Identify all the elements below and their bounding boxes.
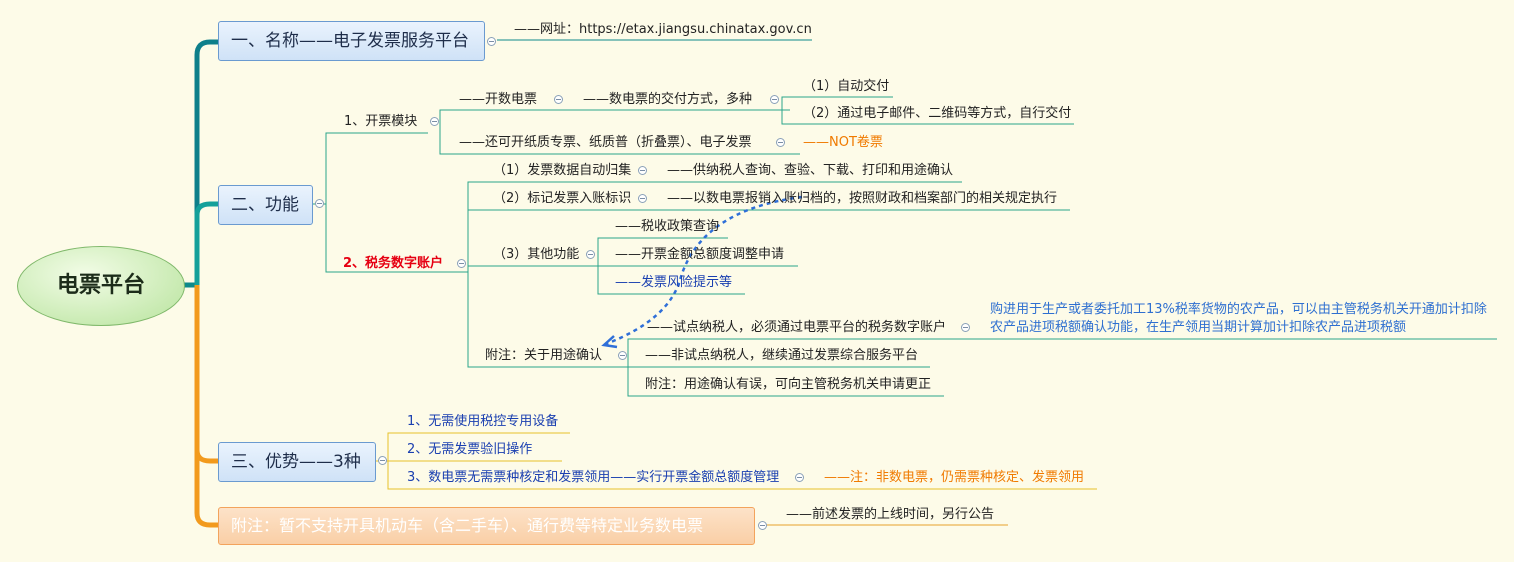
tax-digital-account[interactable]: 2、税务数字账户 [343, 256, 443, 272]
collapse-icon[interactable] [618, 351, 627, 360]
usage-correction[interactable]: 附注：用途确认有误，可向主管税务机关申请更正 [645, 377, 931, 393]
other-risk-alert[interactable]: ——发票风险提示等 [615, 275, 732, 291]
branch-advantages[interactable]: 三、优势——3种 [218, 442, 376, 482]
collapse-icon[interactable] [758, 521, 767, 530]
pilot-taxpayer[interactable]: ——试点纳税人，必须通过电票平台的税务数字账户 [647, 320, 946, 336]
not-roll-note[interactable]: ——NOT卷票 [803, 135, 883, 151]
issue-digital-invoice[interactable]: ——开数电票 [459, 92, 537, 108]
usage-note[interactable]: 附注：关于用途确认 [485, 348, 602, 364]
pilot-detail-line1[interactable]: 购进用于生产或者委托加工13%税率货物的农产品，可以由主管税务机关开通加计扣除 [990, 302, 1487, 318]
collapse-icon[interactable] [776, 138, 785, 147]
branch-function[interactable]: 二、功能 [218, 185, 313, 225]
invoice-module[interactable]: 1、开票模块 [344, 114, 417, 130]
collapse-icon[interactable] [795, 473, 804, 482]
collapse-icon[interactable] [770, 95, 779, 104]
collapse-icon[interactable] [554, 95, 563, 104]
url-text: ——网址：https://etax.jiangsu.chinatax.gov.c… [514, 22, 812, 37]
root-topic[interactable]: 电票平台 [17, 246, 185, 326]
other-quota-adjust[interactable]: ——开票金额总额度调整申请 [615, 247, 784, 263]
delivery-self[interactable]: （2）通过电子邮件、二维码等方式，自行交付 [803, 106, 1071, 122]
collapse-icon[interactable] [586, 250, 595, 259]
collapse-icon[interactable] [315, 199, 324, 208]
advantage-2[interactable]: 2、无需发票验旧操作 [407, 442, 532, 458]
func-auto-collect-detail[interactable]: ——供纳税人查询、查验、下载、打印和用途确认 [667, 163, 953, 179]
advantage-1[interactable]: 1、无需使用税控专用设备 [407, 414, 558, 430]
collapse-icon[interactable] [961, 323, 970, 332]
collapse-icon[interactable] [638, 194, 647, 203]
advantage-3-note[interactable]: ——注：非数电票，仍需票种核定、发票领用 [824, 470, 1084, 486]
collapse-icon[interactable] [487, 37, 496, 46]
pilot-detail-line2[interactable]: 农产品进项税额确认功能，在生产领用当期计算加计扣除农产品进项税额 [990, 320, 1406, 336]
func-auto-collect[interactable]: （1）发票数据自动归集 [493, 163, 631, 179]
collapse-icon[interactable] [378, 456, 387, 465]
func-mark-entry-detail[interactable]: ——以数电票报销入账归档的，按照财政和档案部门的相关规定执行 [667, 191, 1057, 207]
func-other[interactable]: （3）其他功能 [493, 247, 579, 263]
advantage-3[interactable]: 3、数电票无需票种核定和发票领用——实行开票金额总额度管理 [407, 470, 779, 486]
delivery-auto[interactable]: （1）自动交付 [803, 79, 889, 95]
paper-invoice[interactable]: ——还可开纸质专票、纸质普（折叠票）、电子发票 [459, 135, 752, 151]
collapse-icon[interactable] [430, 117, 439, 126]
branch-note[interactable]: 附注：暂不支持开具机动车（含二手车）、通行费等特定业务数电票 [218, 507, 755, 545]
non-pilot-taxpayer[interactable]: ——非试点纳税人，继续通过发票综合服务平台 [645, 348, 918, 364]
branch-name[interactable]: 一、名称——电子发票服务平台 [218, 21, 485, 61]
collapse-icon[interactable] [638, 166, 647, 175]
func-mark-entry[interactable]: （2）标记发票入账标识 [493, 191, 631, 207]
collapse-icon[interactable] [457, 259, 466, 268]
launch-time-note[interactable]: ——前述发票的上线时间，另行公告 [786, 507, 994, 523]
other-policy-query[interactable]: ——税收政策查询 [615, 219, 719, 235]
delivery-methods[interactable]: ——数电票的交付方式，多种 [583, 92, 752, 108]
